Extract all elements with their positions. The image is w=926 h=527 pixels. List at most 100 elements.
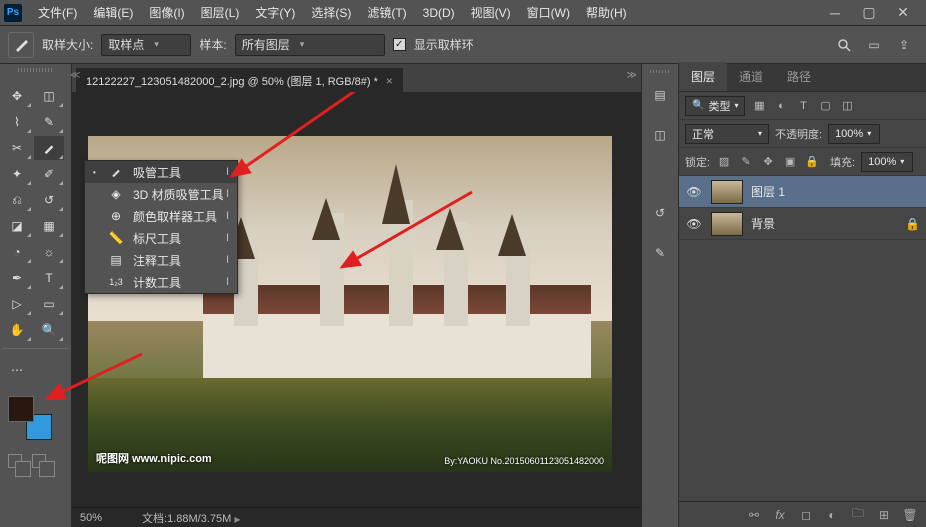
move-tool[interactable]: ✥ bbox=[2, 84, 32, 108]
panel-grip[interactable] bbox=[650, 70, 670, 73]
menu-file[interactable]: 文件(F) bbox=[30, 0, 85, 25]
lock-transparent-icon[interactable]: ▨ bbox=[716, 154, 732, 170]
swatches-panel-icon[interactable]: ◫ bbox=[649, 124, 671, 146]
search-icon[interactable] bbox=[836, 37, 852, 53]
menu-view[interactable]: 视图(V) bbox=[463, 0, 519, 25]
zoom-tool[interactable]: 🔍 bbox=[34, 318, 64, 342]
filter-smart-icon[interactable]: ◫ bbox=[839, 98, 855, 114]
layer-mask-icon[interactable]: ◻ bbox=[798, 507, 814, 523]
flyout-color-sampler[interactable]: ⊕ 颜色取样器工具I bbox=[85, 205, 237, 227]
lock-position-icon[interactable]: ✥ bbox=[760, 154, 776, 170]
blend-mode-dropdown[interactable]: 正常▾ bbox=[685, 124, 769, 144]
maximize-button[interactable]: ▢ bbox=[858, 4, 880, 22]
layer-name[interactable]: 图层 1 bbox=[751, 183, 785, 200]
pen-tool[interactable]: ✒ bbox=[2, 266, 32, 290]
color-swatches[interactable] bbox=[8, 396, 68, 446]
lock-all-icon[interactable]: 🔒 bbox=[804, 154, 820, 170]
filter-type-icon[interactable]: T bbox=[795, 98, 811, 114]
adjustment-layer-icon[interactable]: ◐ bbox=[824, 507, 840, 523]
history-panel-icon[interactable]: ↺ bbox=[649, 202, 671, 224]
menu-window[interactable]: 窗口(W) bbox=[519, 0, 578, 25]
tab-channels[interactable]: 通道 bbox=[727, 62, 775, 91]
show-ring-checkbox[interactable]: ✓ bbox=[393, 38, 406, 51]
type-tool[interactable]: T bbox=[34, 266, 64, 290]
sample-size-label: 取样大小: bbox=[42, 36, 93, 53]
marquee-tool[interactable]: ◫ bbox=[34, 84, 64, 108]
layer-style-icon[interactable]: fx bbox=[772, 507, 788, 523]
menu-edit[interactable]: 编辑(E) bbox=[85, 0, 141, 25]
layer-filter-dropdown[interactable]: 🔍类型▾ bbox=[685, 96, 745, 116]
foreground-color-swatch[interactable] bbox=[8, 396, 34, 422]
new-layer-icon[interactable]: ⊞ bbox=[876, 507, 892, 523]
menu-bar: Ps 文件(F) 编辑(E) 图像(I) 图层(L) 文字(Y) 选择(S) 滤… bbox=[0, 0, 926, 26]
eyedropper-tool[interactable] bbox=[34, 136, 64, 160]
blur-tool[interactable]: ◔ bbox=[2, 240, 32, 264]
opacity-input[interactable]: 100%▾ bbox=[828, 124, 880, 144]
gradient-tool[interactable]: ▦ bbox=[34, 214, 64, 238]
delete-layer-icon[interactable]: 🗑 bbox=[902, 507, 918, 523]
layer-thumbnail[interactable] bbox=[711, 212, 743, 236]
properties-panel-icon[interactable]: ✎ bbox=[649, 242, 671, 264]
path-select-tool[interactable]: ▷ bbox=[2, 292, 32, 316]
clone-stamp-tool[interactable]: ⎌ bbox=[2, 188, 32, 212]
crop-tool[interactable]: ✂ bbox=[2, 136, 32, 160]
lasso-tool[interactable]: ⌇ bbox=[2, 110, 32, 134]
default-colors-icon[interactable] bbox=[8, 454, 22, 468]
flyout-note[interactable]: ▤ 注释工具I bbox=[85, 249, 237, 271]
hand-tool[interactable]: ✋ bbox=[2, 318, 32, 342]
close-tab-icon[interactable]: × bbox=[386, 74, 393, 88]
swap-colors-icon[interactable] bbox=[32, 454, 46, 468]
fill-input[interactable]: 100%▾ bbox=[861, 152, 913, 172]
shape-tool[interactable]: ▭ bbox=[34, 292, 64, 316]
tab-layers[interactable]: 图层 bbox=[679, 62, 727, 91]
link-layers-icon[interactable]: ⚯ bbox=[746, 507, 762, 523]
tab-scroll-icon[interactable]: ≪ bbox=[70, 70, 80, 81]
menu-layer[interactable]: 图层(L) bbox=[193, 0, 248, 25]
panel-grip[interactable] bbox=[18, 68, 54, 72]
filter-pixel-icon[interactable]: ▦ bbox=[751, 98, 767, 114]
minimize-button[interactable]: ─ bbox=[824, 4, 846, 22]
dodge-tool[interactable]: ☼ bbox=[34, 240, 64, 264]
sample-size-dropdown[interactable]: 取样点▾ bbox=[101, 34, 191, 56]
layer-row[interactable]: 👁 图层 1 bbox=[679, 176, 926, 208]
flyout-3d-eyedropper[interactable]: ◈ 3D 材质吸管工具I bbox=[85, 183, 237, 205]
visibility-toggle[interactable]: 👁 bbox=[685, 215, 703, 233]
workspace-icon[interactable]: ▭ bbox=[866, 37, 882, 53]
flyout-count[interactable]: 1₂3 计数工具I bbox=[85, 271, 237, 293]
flyout-ruler[interactable]: 📏 标尺工具I bbox=[85, 227, 237, 249]
flyout-eyedropper[interactable]: • 吸管工具I bbox=[85, 161, 237, 183]
layer-row[interactable]: 👁 背景 🔒 bbox=[679, 208, 926, 240]
share-icon[interactable]: ⇪ bbox=[896, 37, 912, 53]
document-tab[interactable]: 12122227_123051482000_2.jpg @ 50% (图层 1,… bbox=[76, 68, 403, 92]
tab-paths[interactable]: 路径 bbox=[775, 62, 823, 91]
app-logo: Ps bbox=[4, 4, 22, 22]
brush-tool[interactable]: ✐ bbox=[34, 162, 64, 186]
canvas-viewport[interactable]: 呢图网 www.nipic.com By:YAOKU No.2015060112… bbox=[72, 92, 641, 507]
color-panel-icon[interactable]: ▤ bbox=[649, 84, 671, 106]
visibility-toggle[interactable]: 👁 bbox=[685, 183, 703, 201]
quick-select-tool[interactable]: ✎ bbox=[34, 110, 64, 134]
menu-image[interactable]: 图像(I) bbox=[141, 0, 192, 25]
filter-shape-icon[interactable]: ▢ bbox=[817, 98, 833, 114]
status-menu-icon[interactable]: ▶ bbox=[234, 515, 240, 524]
current-tool-icon[interactable] bbox=[8, 32, 34, 58]
menu-filter[interactable]: 滤镜(T) bbox=[359, 0, 414, 25]
healing-brush-tool[interactable]: ✦ bbox=[2, 162, 32, 186]
menu-select[interactable]: 选择(S) bbox=[303, 0, 359, 25]
layer-thumbnail[interactable] bbox=[711, 180, 743, 204]
zoom-level[interactable]: 50% bbox=[80, 512, 102, 524]
layer-name[interactable]: 背景 bbox=[751, 215, 775, 232]
menu-3d[interactable]: 3D(D) bbox=[415, 2, 463, 24]
close-button[interactable]: ✕ bbox=[892, 4, 914, 22]
edit-toolbar[interactable]: ⋯ bbox=[2, 358, 32, 382]
lock-artboard-icon[interactable]: ▣ bbox=[782, 154, 798, 170]
history-brush-tool[interactable]: ↺ bbox=[34, 188, 64, 212]
menu-type[interactable]: 文字(Y) bbox=[247, 0, 303, 25]
collapse-icon[interactable]: ≫ bbox=[627, 70, 637, 81]
filter-adjust-icon[interactable]: ◐ bbox=[773, 98, 789, 114]
lock-paint-icon[interactable]: ✎ bbox=[738, 154, 754, 170]
menu-help[interactable]: 帮助(H) bbox=[578, 0, 635, 25]
sample-dropdown[interactable]: 所有图层▾ bbox=[235, 34, 385, 56]
eraser-tool[interactable]: ◪ bbox=[2, 214, 32, 238]
group-icon[interactable]: 🗀 bbox=[850, 507, 866, 523]
